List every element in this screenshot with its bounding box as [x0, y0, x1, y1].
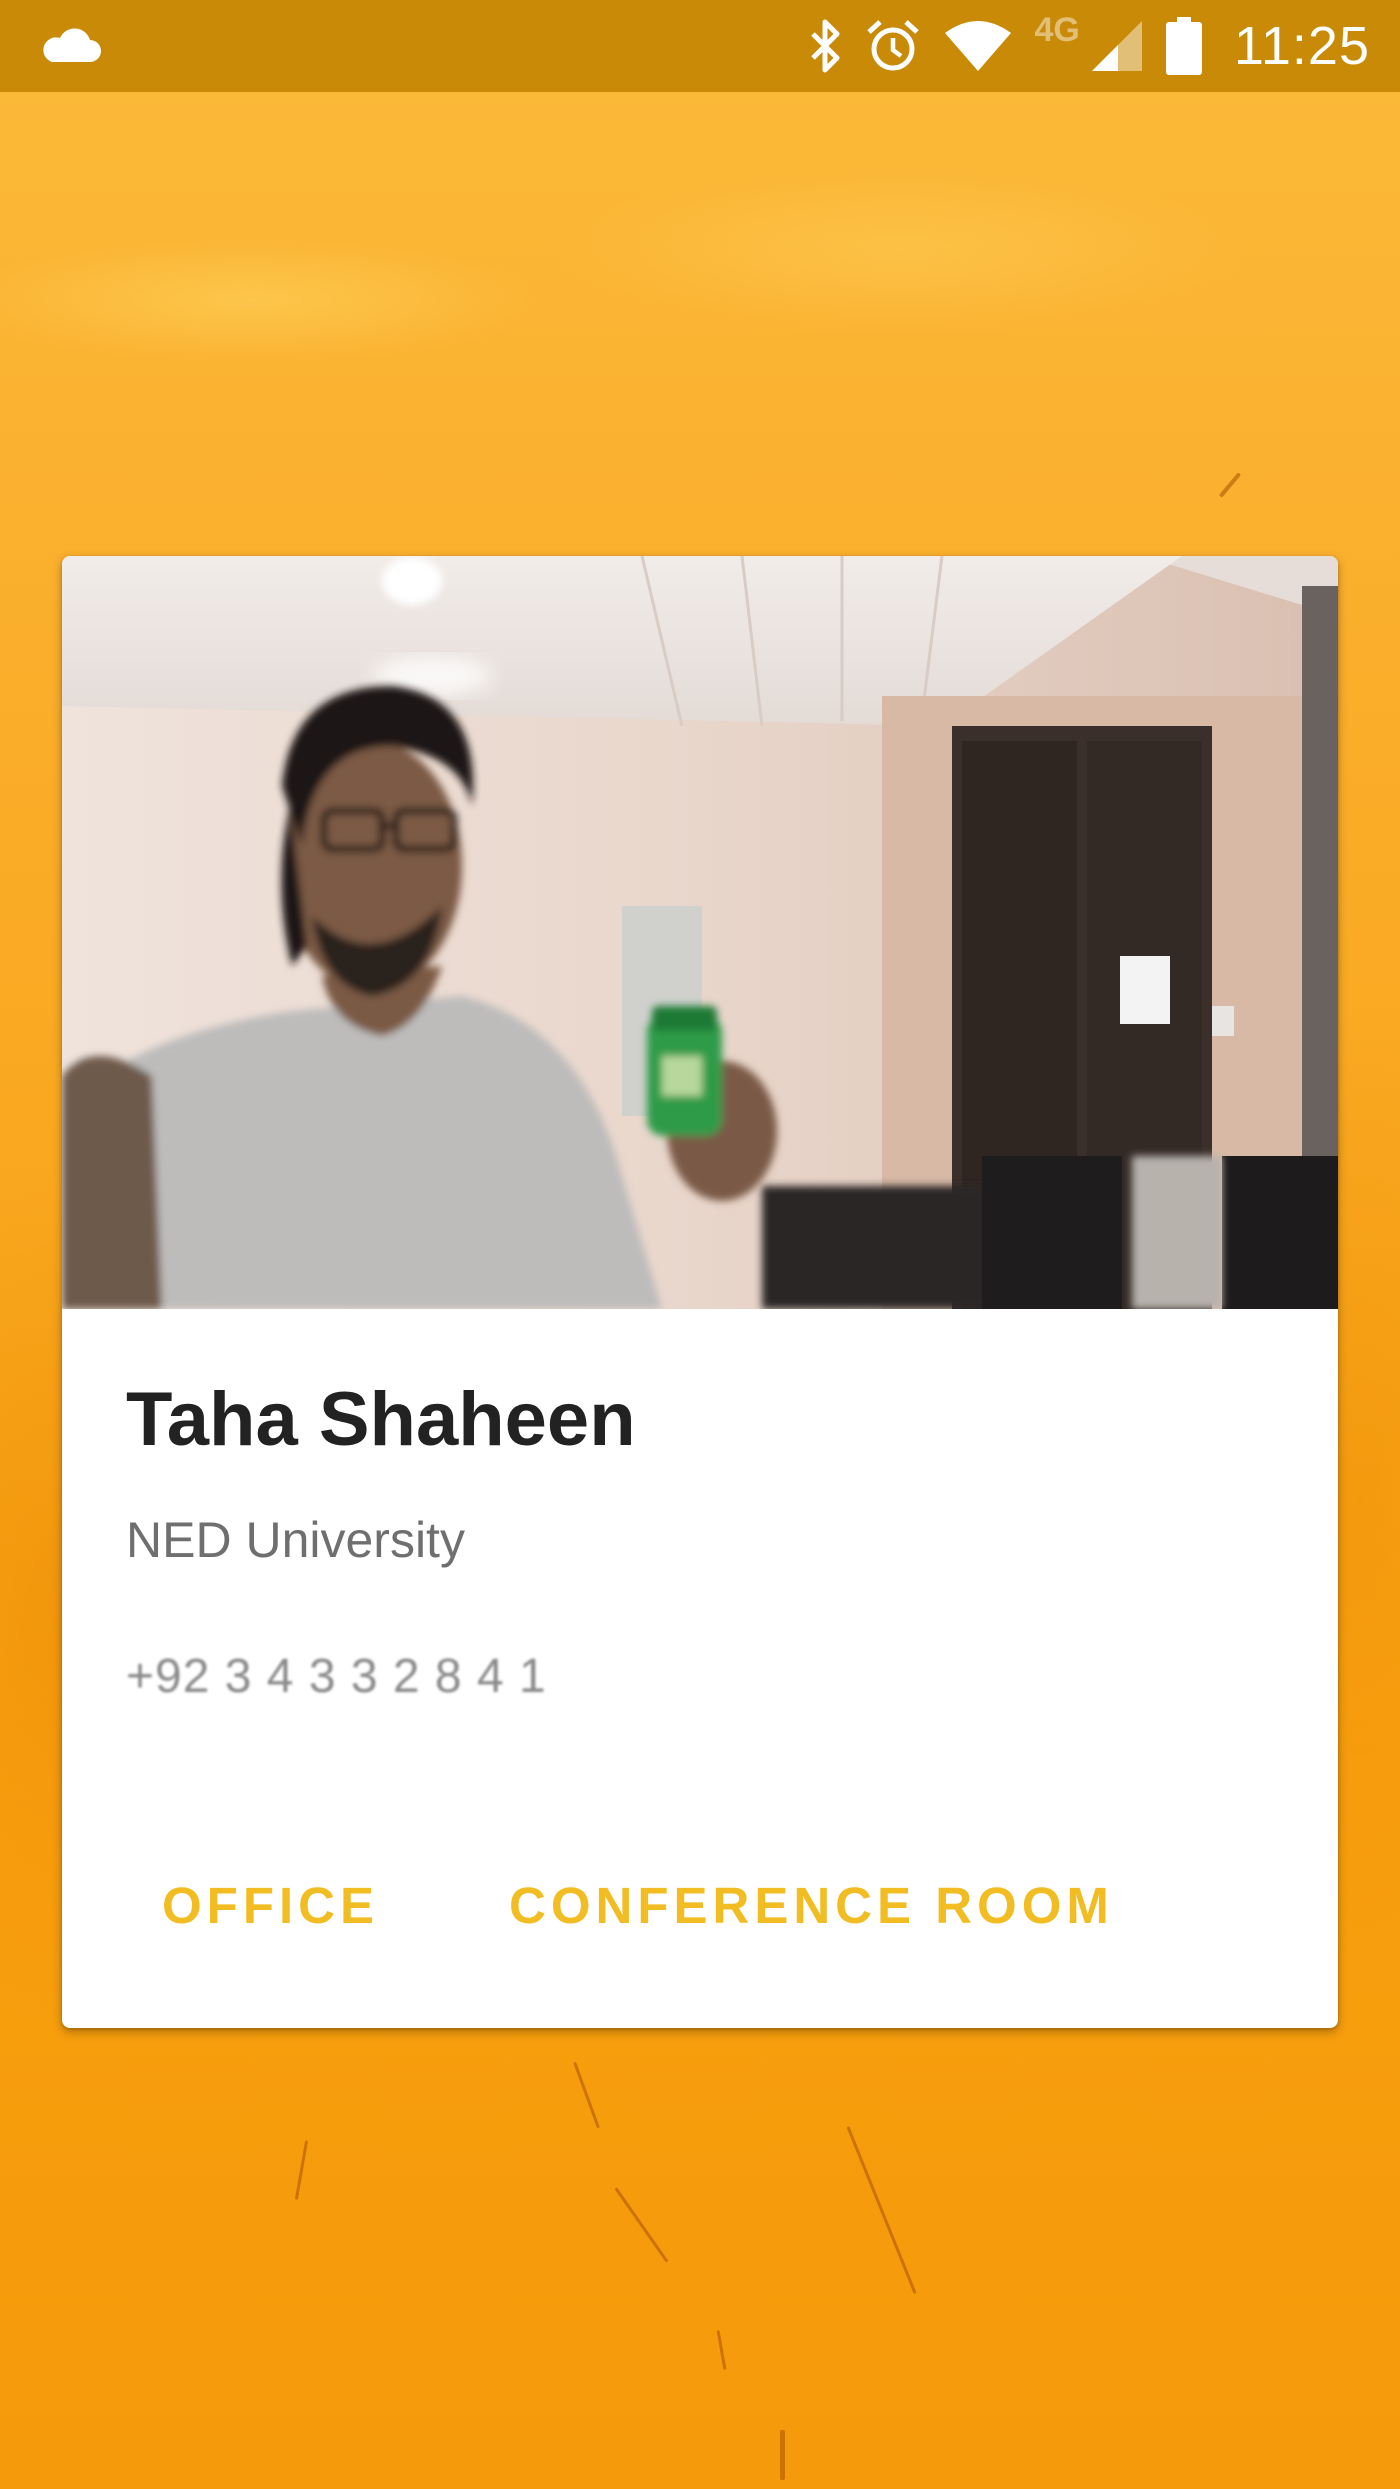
person-photo — [62, 556, 1338, 1309]
contact-organization: NED University — [126, 1512, 465, 1568]
office-button[interactable]: OFFICE — [162, 1876, 379, 1935]
contact-card[interactable]: Taha Shaheen NED University +92 3 4 3 3 … — [62, 556, 1338, 2028]
status-clock: 11:25 — [1233, 16, 1370, 76]
battery-icon — [1165, 17, 1202, 75]
status-bar: 4G 11:25 — [0, 0, 1400, 92]
signal-icon — [1090, 19, 1144, 73]
alarm-icon — [865, 18, 921, 74]
status-bar-right: 4G 11:25 — [809, 11, 1370, 77]
cloud-icon — [38, 26, 102, 66]
contact-name: Taha Shaheen — [126, 1377, 636, 1462]
status-bar-left — [38, 26, 102, 66]
wifi-icon — [943, 19, 1013, 73]
contact-phone[interactable]: +92 3 4 3 3 2 8 4 1 — [126, 1649, 547, 1704]
bluetooth-icon — [809, 18, 843, 74]
network-type-label: 4G — [1034, 10, 1080, 49]
card-actions: OFFICE CONFERENCE ROOM — [162, 1876, 1114, 1935]
conference-room-button[interactable]: CONFERENCE ROOM — [509, 1876, 1114, 1935]
